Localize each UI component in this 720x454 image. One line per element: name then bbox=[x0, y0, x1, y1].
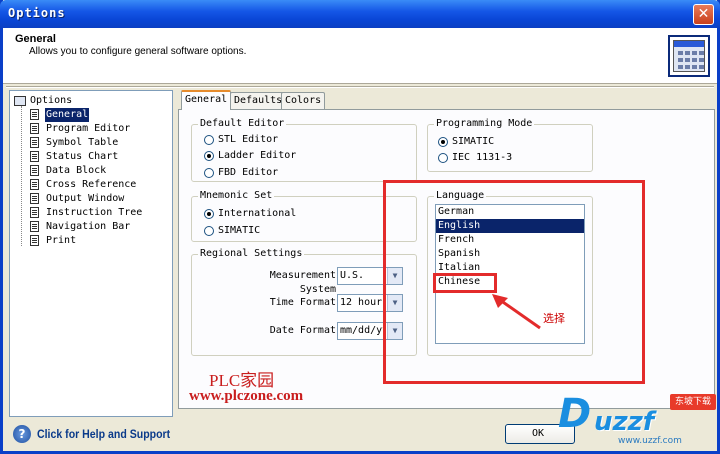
tree-item-label: Print bbox=[46, 235, 77, 246]
tab-general[interactable]: General bbox=[181, 90, 232, 110]
page-header: General Allows you to configure general … bbox=[3, 28, 717, 84]
tree-item-label: Data Block bbox=[46, 165, 107, 176]
radio-label: SIMATIC bbox=[452, 136, 495, 147]
radio-label: Ladder Editor bbox=[218, 150, 297, 161]
time-format-label: Time Format bbox=[269, 297, 336, 308]
radio-label: FBD Editor bbox=[218, 167, 279, 178]
tree-item-print[interactable]: Print bbox=[10, 234, 172, 248]
page-description: Allows you to configure general software… bbox=[29, 46, 247, 57]
tree-root-label: Options bbox=[30, 95, 73, 106]
radio-button bbox=[204, 135, 214, 145]
logo-mark: D bbox=[558, 391, 592, 437]
radio-button bbox=[204, 168, 214, 178]
logo-url: www.uzzf.com bbox=[618, 436, 682, 446]
logo-ribbon: 东坡下载 bbox=[670, 394, 716, 410]
logo-word: uzzf bbox=[594, 407, 655, 437]
radio-button-selected bbox=[204, 209, 214, 219]
document-icon bbox=[30, 151, 39, 162]
radio-button bbox=[438, 153, 448, 163]
tree-root[interactable]: Options bbox=[10, 94, 172, 108]
group-legend: Default Editor bbox=[198, 118, 287, 130]
tree-item-label: Output Window bbox=[46, 193, 125, 204]
site-logo: D uzzf 东坡下载 www.uzzf.com bbox=[558, 390, 718, 450]
help-icon[interactable]: ? bbox=[13, 425, 31, 443]
document-icon bbox=[30, 109, 39, 120]
radio-label: SIMATIC bbox=[218, 225, 261, 236]
tree-item-symbol-table[interactable]: Symbol Table bbox=[10, 136, 172, 150]
default-editor-group: Default Editor STL Editor Ladder Editor … bbox=[191, 118, 417, 182]
group-legend: Regional Settings bbox=[198, 248, 305, 260]
options-dialog: Options ✕ General Allows you to configur… bbox=[0, 0, 720, 454]
document-icon bbox=[30, 207, 39, 218]
tree-item-label: Program Editor bbox=[46, 123, 131, 134]
programming-mode-group: Programming Mode SIMATIC IEC 1131-3 bbox=[427, 118, 593, 172]
options-tree-icon bbox=[14, 96, 26, 106]
select-value: U.S. bbox=[340, 270, 365, 281]
help-link[interactable]: Click for Help and Support bbox=[37, 427, 170, 441]
tab-colors[interactable]: Colors bbox=[281, 92, 326, 109]
tree-item-label: Symbol Table bbox=[46, 137, 119, 148]
tree-item-output-window[interactable]: Output Window bbox=[10, 192, 172, 206]
annotation-arrow-icon bbox=[492, 294, 541, 330]
group-legend: Programming Mode bbox=[434, 118, 535, 130]
window-title: Options bbox=[8, 6, 66, 20]
annotation-note: 选择 bbox=[543, 312, 565, 325]
document-icon bbox=[30, 179, 39, 190]
document-icon bbox=[30, 123, 39, 134]
radio-label: International bbox=[218, 208, 297, 219]
tree-item-label: Navigation Bar bbox=[46, 221, 131, 232]
radio-label: STL Editor bbox=[218, 134, 279, 145]
radio-button-selected bbox=[438, 137, 448, 147]
document-icon bbox=[30, 221, 39, 232]
settings-window-icon bbox=[668, 35, 710, 77]
chinese-highlight-box bbox=[433, 273, 497, 293]
tree-item-program-editor[interactable]: Program Editor bbox=[10, 122, 172, 136]
tab-defaults[interactable]: Defaults bbox=[230, 92, 287, 109]
title-bar: Options ✕ bbox=[0, 0, 720, 28]
document-icon bbox=[30, 235, 39, 246]
radio-label: IEC 1131-3 bbox=[452, 152, 513, 163]
measurement-system-label: Measurement System bbox=[269, 270, 336, 295]
select-value: 12 hour bbox=[340, 297, 383, 308]
tree-item-label: Cross Reference bbox=[46, 179, 137, 190]
group-legend: Mnemonic Set bbox=[198, 190, 275, 202]
tree-item-label: Status Chart bbox=[46, 151, 119, 162]
tree-item-status-chart[interactable]: Status Chart bbox=[10, 150, 172, 164]
document-icon bbox=[30, 137, 39, 148]
tree-item-general[interactable]: General bbox=[10, 108, 172, 122]
date-format-label: Date Format bbox=[269, 325, 336, 336]
tree-item-navigation-bar[interactable]: Navigation Bar bbox=[10, 220, 172, 234]
divider bbox=[6, 86, 714, 88]
highlight-frame bbox=[383, 180, 645, 384]
watermark: PLC家园 www.plczone.com bbox=[189, 366, 365, 412]
radio-button bbox=[204, 226, 214, 236]
close-icon[interactable]: ✕ bbox=[693, 4, 714, 25]
tree-item-label: General bbox=[45, 108, 90, 122]
watermark-line2: www.plczone.com bbox=[189, 388, 304, 404]
tree-item-instruction-tree[interactable]: Instruction Tree bbox=[10, 206, 172, 220]
document-icon bbox=[30, 193, 39, 204]
tree-item-data-block[interactable]: Data Block bbox=[10, 164, 172, 178]
tree-item-label: Instruction Tree bbox=[46, 207, 143, 218]
tree-item-cross-reference[interactable]: Cross Reference bbox=[10, 178, 172, 192]
radio-button-selected bbox=[204, 151, 214, 161]
document-icon bbox=[30, 165, 39, 176]
page-title: General bbox=[15, 33, 56, 45]
options-tree[interactable]: Options General Program Editor Symbol Ta… bbox=[9, 90, 173, 417]
select-value: mm/dd/yy bbox=[340, 325, 384, 336]
